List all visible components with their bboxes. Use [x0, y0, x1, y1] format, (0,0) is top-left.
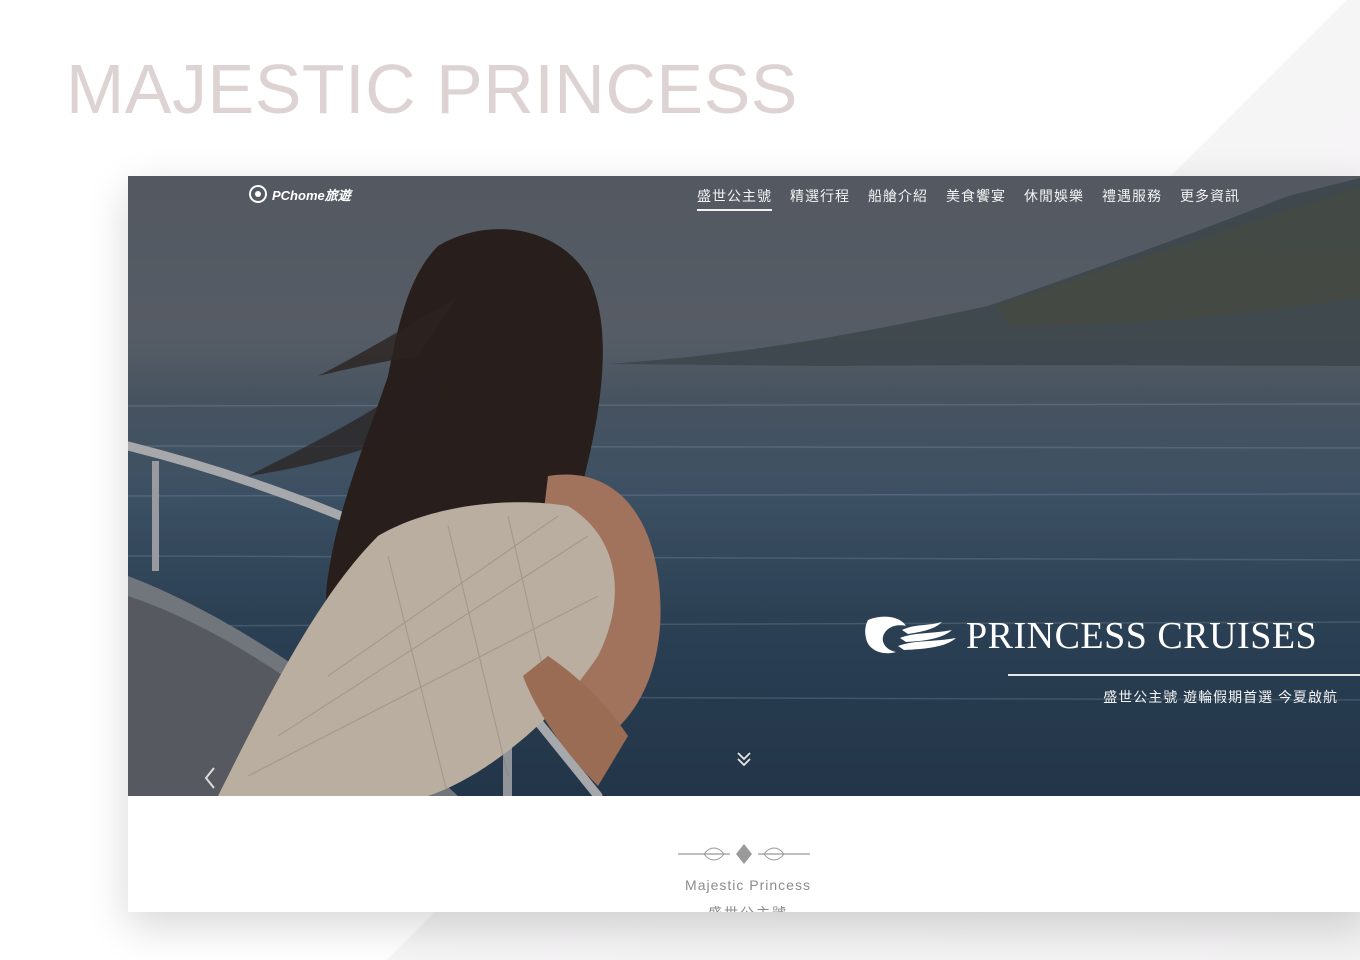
- intro-section: Majestic Princess 盛世公主號: [128, 796, 1360, 912]
- ornament-divider-icon: [678, 844, 810, 864]
- princess-logo-icon: [865, 616, 956, 654]
- scroll-down-icon[interactable]: [735, 750, 753, 768]
- nav-item-services[interactable]: 禮遇服務: [1102, 186, 1162, 211]
- nav-item-cabins[interactable]: 船艙介紹: [868, 186, 928, 211]
- pchome-logo-icon: [249, 185, 267, 203]
- section-title-en: Majestic Princess: [685, 877, 811, 893]
- princess-brand: PRINCESS CRUISES: [862, 612, 1317, 660]
- hero-tagline: 盛世公主號 遊輪假期首選 今夏啟航: [1103, 689, 1338, 705]
- nav-item-itinerary[interactable]: 精選行程: [790, 186, 850, 211]
- hero-banner: PChome旅遊 盛世公主號 精選行程 船艙介紹 美食饗宴 休閒娛樂 禮遇服務 …: [128, 176, 1360, 796]
- main-nav: 盛世公主號 精選行程 船艙介紹 美食饗宴 休閒娛樂 禮遇服務 更多資訊: [697, 186, 1240, 211]
- section-title-zh: 盛世公主號: [128, 903, 1360, 912]
- nav-item-more[interactable]: 更多資訊: [1180, 186, 1240, 211]
- logo-text: PChome旅遊: [272, 187, 351, 203]
- brand-name: PRINCESS CRUISES: [966, 615, 1318, 657]
- website-screenshot: PChome旅遊 盛世公主號 精選行程 船艙介紹 美食饗宴 休閒娛樂 禮遇服務 …: [128, 176, 1360, 912]
- nav-item-majestic[interactable]: 盛世公主號: [697, 186, 772, 211]
- nav-item-dining[interactable]: 美食饗宴: [946, 186, 1006, 211]
- brand-divider: [1008, 674, 1360, 676]
- showcase-title: MAJESTIC PRINCESS: [66, 50, 798, 128]
- nav-item-entertainment[interactable]: 休閒娛樂: [1024, 186, 1084, 211]
- site-logo[interactable]: PChome旅遊: [248, 184, 351, 204]
- prev-arrow-icon[interactable]: [202, 766, 218, 790]
